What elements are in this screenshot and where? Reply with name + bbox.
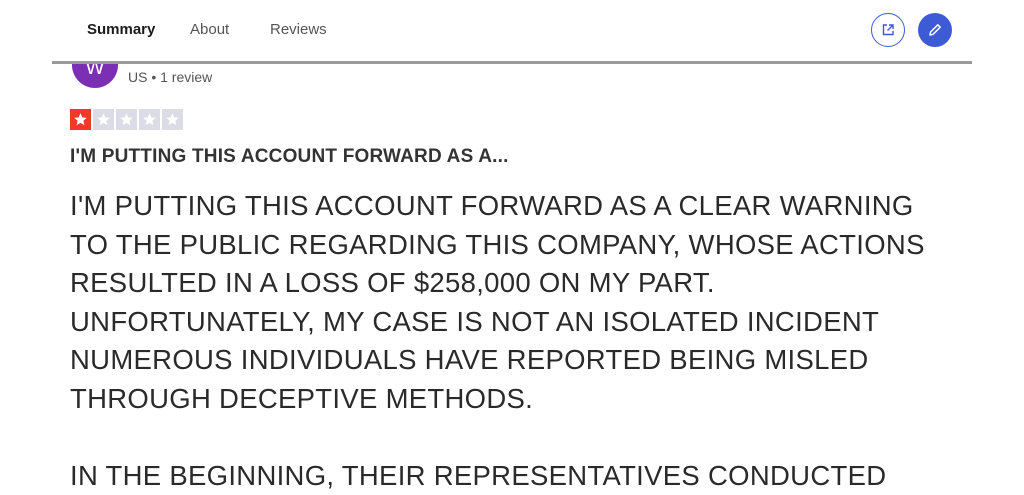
review-line: UNFORTUNATELY, MY CASE IS NOT AN ISOLATE… <box>70 305 880 337</box>
star-rating <box>70 109 183 130</box>
reviewer-meta: US • 1 review <box>128 69 213 85</box>
review-line: IN THE BEGINNING, THEIR REPRESENTATIVES … <box>70 459 887 491</box>
review-line: NUMEROUS INDIVIDUALS HAVE REPORTED BEING… <box>70 344 869 376</box>
star-icon <box>139 109 160 130</box>
edit-button[interactable] <box>918 13 952 47</box>
tab-divider <box>52 61 972 64</box>
review-body: I'M PUTTING THIS ACCOUNT FORWARD AS A CL… <box>70 187 990 495</box>
share-button[interactable] <box>871 13 905 47</box>
tab-reviews[interactable]: Reviews <box>270 21 327 38</box>
tab-bar: Summary About Reviews <box>0 0 1024 62</box>
tab-summary[interactable]: Summary <box>87 21 155 38</box>
external-link-icon <box>882 24 894 36</box>
review-line: I'M PUTTING THIS ACCOUNT FORWARD AS A CL… <box>70 190 914 221</box>
pencil-icon <box>929 24 941 36</box>
review-line: RESULTED IN A LOSS OF $258,000 ON MY PAR… <box>70 267 715 299</box>
review-title: I'M PUTTING THIS ACCOUNT FORWARD AS A... <box>70 146 509 167</box>
review-line: THROUGH DECEPTIVE METHODS. <box>70 382 534 414</box>
star-icon <box>116 109 137 130</box>
tab-about[interactable]: About <box>190 21 229 38</box>
star-icon <box>162 109 183 130</box>
star-icon <box>93 109 114 130</box>
review-line: TO THE PUBLIC REGARDING THIS COMPANY, WH… <box>70 228 925 260</box>
star-icon <box>70 109 91 130</box>
